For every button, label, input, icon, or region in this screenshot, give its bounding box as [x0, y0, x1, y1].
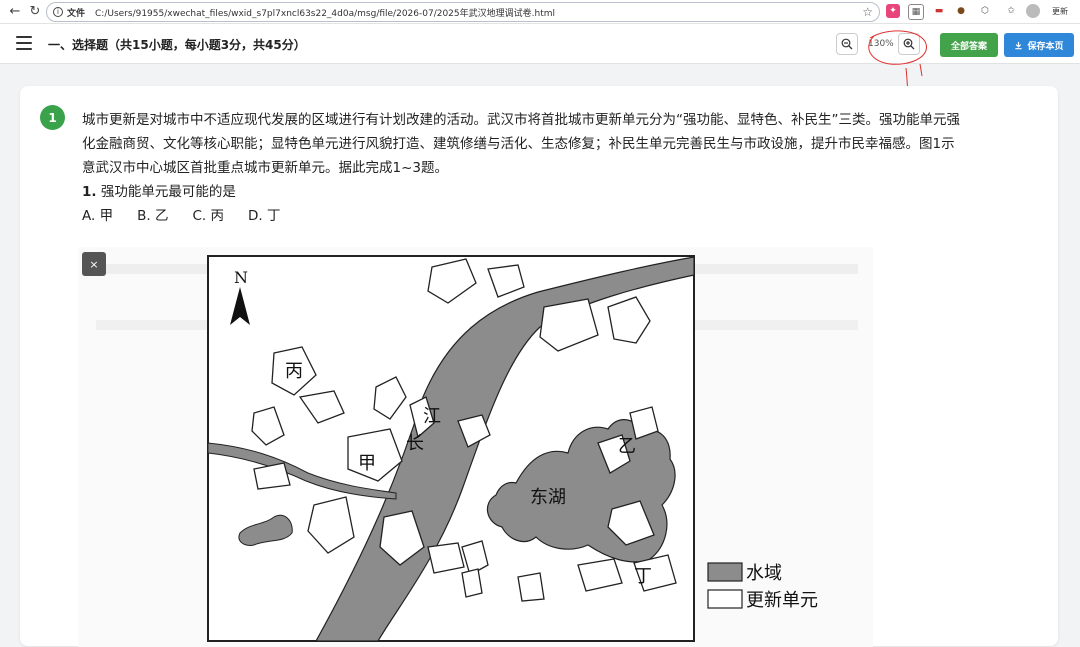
legend-unit-label: 更新单元: [746, 590, 818, 611]
info-icon[interactable]: i: [53, 7, 63, 17]
renewal-unit: [517, 572, 545, 602]
river-label: 长: [406, 433, 424, 454]
reload-icon[interactable]: ↻: [26, 3, 44, 21]
extension-icon-cookie[interactable]: ●: [954, 4, 968, 18]
download-icon: [1015, 41, 1023, 49]
passage-line: 化金融商贸、文化等核心职能；显特色单元进行风貌打造、建筑修缮与活化、生态修复；补…: [82, 136, 955, 152]
question-number-badge: 1: [40, 105, 65, 130]
extension-icon-flag[interactable]: ▬: [932, 4, 946, 18]
url-scheme: 文件: [67, 8, 86, 19]
update-button[interactable]: 更新: [1052, 6, 1068, 17]
extension-icon-pink[interactable]: ✦: [886, 4, 900, 18]
close-figure-button[interactable]: ×: [82, 252, 106, 276]
unit-label-yi: 乙: [618, 436, 636, 457]
sub-question-text: 强功能单元最可能的是: [100, 184, 236, 200]
legend-unit-swatch: [707, 589, 743, 609]
option-c[interactable]: C. 丙: [192, 204, 224, 228]
passage-line: 城市更新是对城市中不适应现代发展的区域进行有计划改建的活动。武汉市将首批城市更新…: [82, 112, 960, 128]
question-card: 1 城市更新是对城市中不适应现代发展的区域进行有计划改建的活动。武汉市将首批城市…: [20, 86, 1058, 647]
question-text: 城市更新是对城市中不适应现代发展的区域进行有计划改建的活动。武汉市将首批城市更新…: [82, 108, 1032, 228]
save-page-button[interactable]: 保存本页: [1004, 33, 1074, 57]
zoom-out-icon: [841, 38, 853, 50]
lake-label: 东湖: [530, 487, 566, 508]
save-page-label: 保存本页: [1027, 41, 1064, 52]
answer-options: A. 甲 B. 乙 C. 丙 D. 丁: [82, 204, 1032, 228]
wuhan-map: N 丙 甲 乙 丁 江 长 东湖 水域 更新单元: [78, 247, 873, 647]
avatar[interactable]: [1026, 4, 1040, 18]
back-icon[interactable]: ←: [6, 3, 24, 21]
unit-label-jia: 甲: [358, 453, 376, 474]
north-label: N: [234, 268, 248, 287]
sub-question: 1. 强功能单元最可能的是: [82, 180, 1032, 204]
river-label: 江: [423, 406, 441, 427]
option-d[interactable]: D. 丁: [248, 204, 280, 228]
option-a[interactable]: A. 甲: [82, 204, 113, 228]
renewal-unit: [461, 568, 483, 598]
section-title: 一、选择题（共15小题，每小题3分，共45分）: [48, 38, 306, 52]
browser-toolbar: ← ↻ i 文件 C:/Users/91955/xwechat_files/wx…: [0, 0, 1080, 24]
sub-question-number: 1.: [82, 184, 97, 200]
renewal-unit: [427, 542, 465, 574]
zoom-out-button[interactable]: [836, 33, 858, 55]
unit-label-bing: 丙: [285, 361, 303, 382]
address-bar[interactable]: i 文件 C:/Users/91955/xwechat_files/wxid_s…: [46, 2, 880, 22]
legend-water-label: 水域: [746, 563, 782, 584]
legend-water-swatch: [707, 562, 743, 582]
extensions-puzzle-icon[interactable]: ⬡: [978, 4, 992, 18]
passage-line: 意武汉市中心城区首批重点城市更新单元。据此完成1~3题。: [82, 160, 448, 176]
menu-icon[interactable]: [16, 36, 32, 50]
bookmark-star-icon[interactable]: ☆: [862, 5, 873, 19]
all-answers-button[interactable]: 全部答案: [940, 33, 998, 57]
favorites-icon[interactable]: ✩: [1004, 4, 1018, 18]
extension-icon-grid[interactable]: ▦: [908, 4, 924, 20]
map-figure: N 丙 甲 乙 丁 江 长 东湖 水域 更新单元: [78, 247, 873, 647]
option-b[interactable]: B. 乙: [137, 204, 168, 228]
unit-label-ding: 丁: [634, 566, 652, 587]
url-text[interactable]: C:/Users/91955/xwechat_files/wxid_s7pl7x…: [95, 6, 555, 19]
